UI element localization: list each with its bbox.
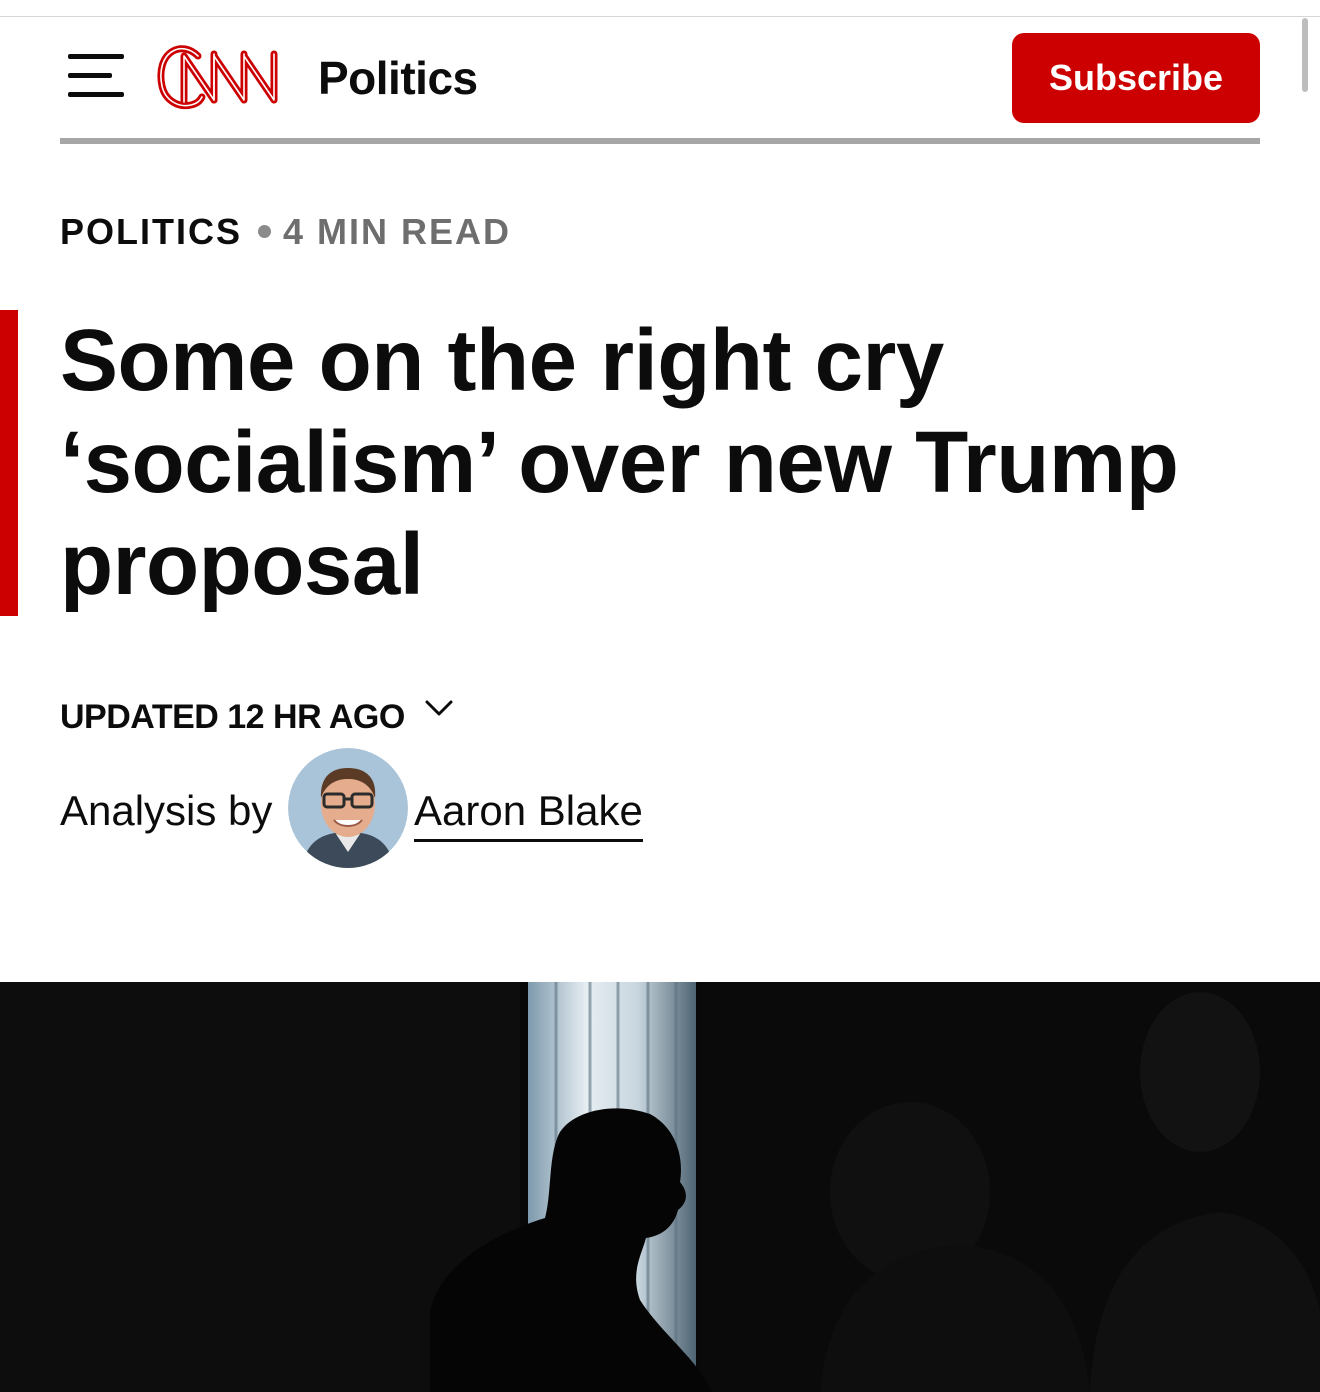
cnn-logo[interactable] bbox=[154, 42, 296, 112]
category-link[interactable]: POLITICS bbox=[60, 211, 242, 252]
hero-image[interactable] bbox=[0, 982, 1320, 1392]
byline-prefix: Analysis by bbox=[60, 787, 273, 834]
article-headline: Some on the right cry ‘socialism’ over n… bbox=[60, 312, 1179, 613]
chevron-down-icon bbox=[425, 700, 453, 716]
hamburger-menu-icon[interactable] bbox=[68, 54, 124, 98]
updated-timestamp-toggle[interactable]: UPDATED 12 HR AGO bbox=[60, 692, 455, 742]
section-title[interactable]: Politics bbox=[318, 50, 478, 106]
headline-accent-bar bbox=[0, 310, 18, 616]
subscribe-button[interactable]: Subscribe bbox=[1012, 33, 1260, 123]
site-header: Politics Subscribe bbox=[60, 32, 1260, 124]
author-link[interactable]: Aaron Blake bbox=[414, 786, 643, 842]
author-avatar[interactable] bbox=[288, 748, 408, 868]
read-time: 4 MIN READ bbox=[283, 211, 512, 252]
header-divider bbox=[60, 138, 1260, 144]
article-eyebrow: POLITICS 4 MIN READ bbox=[60, 206, 511, 258]
separator-dot bbox=[258, 224, 272, 238]
top-divider bbox=[0, 16, 1320, 17]
avatar-portrait bbox=[288, 748, 408, 868]
hero-photo bbox=[0, 982, 1320, 1392]
updated-timestamp: UPDATED 12 HR AGO bbox=[60, 698, 405, 736]
scrollbar-thumb[interactable] bbox=[1302, 18, 1308, 92]
